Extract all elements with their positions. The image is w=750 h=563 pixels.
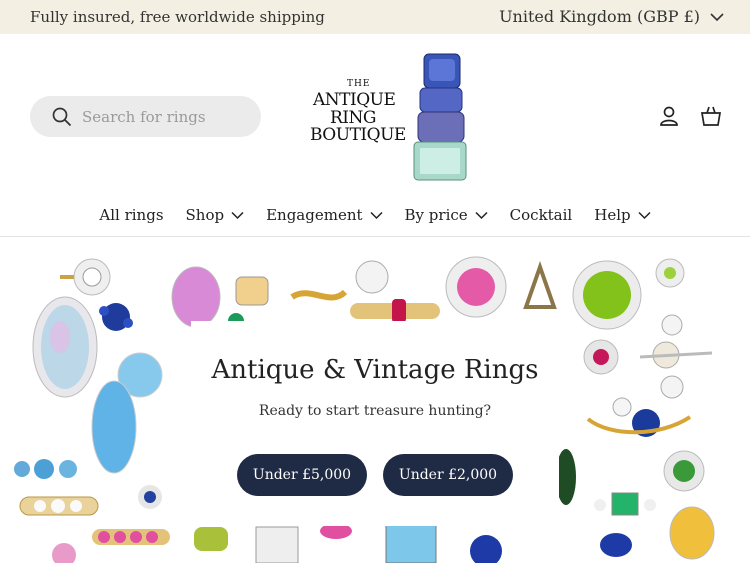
chevron-down-icon: [231, 211, 244, 219]
nav-label: Help: [594, 206, 631, 224]
nav-item-all-rings[interactable]: All rings: [99, 206, 163, 224]
chevron-down-icon: [638, 211, 651, 219]
ring-sapphire-small: [138, 485, 162, 509]
nav-label: Cocktail: [509, 206, 573, 224]
chevron-down-icon: [710, 12, 724, 21]
chevron-down-icon: [475, 211, 488, 219]
nav-label: All rings: [99, 206, 164, 224]
search-input[interactable]: [82, 107, 242, 126]
ring-yellow-diamond: [235, 276, 269, 306]
chevron-down-icon: [370, 211, 383, 219]
nav-item-cocktail[interactable]: Cocktail: [510, 206, 573, 224]
search-icon: [52, 107, 72, 126]
store-logo[interactable]: THE ANTIQUE RING BOUTIQUE: [310, 50, 470, 185]
ring-peridot-small: [655, 258, 685, 288]
ring-emerald-cut: [594, 492, 656, 516]
nav-item-engagement[interactable]: Engagement: [266, 206, 383, 224]
ring-sapphire-crossover: [586, 397, 692, 437]
ring-diamond-band: [19, 496, 99, 516]
ring-pink-sapphire: [171, 266, 221, 328]
ring-pink-halo: [445, 256, 507, 318]
announcement-bar: Fully insured, free worldwide shipping U…: [0, 0, 750, 34]
main-navigation: All rings Shop Engagement By price Cockt…: [0, 206, 750, 224]
ring-ruby-band: [350, 299, 440, 323]
ring-opal: [32, 296, 98, 398]
nav-label: By price: [404, 206, 468, 224]
under-2000-button[interactable]: Under £2,000: [383, 454, 513, 496]
ring-sapphire-cluster: [99, 303, 133, 331]
ring-pink-band: [92, 529, 170, 545]
hero-subtitle: Ready to start treasure hunting?: [258, 403, 492, 419]
ring-art-deco: [255, 526, 299, 563]
ring-solitaire: [355, 260, 389, 294]
search-bar[interactable]: [30, 96, 261, 137]
nav-item-shop[interactable]: Shop: [186, 206, 245, 224]
nav-label: Engagement: [266, 206, 363, 224]
ring-pink-cluster: [52, 543, 76, 563]
cart-icon[interactable]: [700, 105, 722, 127]
currency-selector[interactable]: United Kingdom (GBP £): [499, 7, 724, 26]
hero-panel: Antique & Vintage Rings Ready to start t…: [191, 321, 559, 526]
nav-item-help[interactable]: Help: [594, 206, 651, 224]
account-icon[interactable]: [658, 105, 680, 127]
currency-label: United Kingdom (GBP £): [499, 7, 700, 26]
ring-gold-mount: [523, 260, 557, 309]
ring-diamond-pearl: [639, 314, 713, 399]
ring-ruby-cluster: [583, 339, 619, 375]
nav-item-by-price[interactable]: By price: [405, 206, 488, 224]
ring-box-stack-illustration: [413, 53, 467, 181]
ring-blue-oval: [600, 533, 632, 557]
hero-banner: Antique & Vintage Rings Ready to start t…: [0, 237, 750, 563]
hero-title: Antique & Vintage Rings: [211, 355, 539, 385]
ring-peridot: [572, 260, 642, 330]
ring-green-garnet: [663, 450, 705, 492]
nav-label: Shop: [185, 206, 225, 224]
ring-yellow-sapphire: [669, 506, 715, 560]
shipping-text: Fully insured, free worldwide shipping: [30, 8, 325, 26]
ring-diamond-cluster: [60, 258, 111, 296]
ring-aquamarine: [91, 352, 163, 474]
ring-dark-green: [556, 449, 576, 505]
ring-sapphire-deco: [470, 535, 502, 563]
ring-gold-twist: [290, 289, 348, 301]
ring-peridot-cushion: [194, 527, 228, 551]
under-5000-button[interactable]: Under £5,000: [237, 454, 367, 496]
ring-opal-band: [14, 459, 77, 479]
ring-aquamarine-emerald-cut: [385, 524, 437, 563]
